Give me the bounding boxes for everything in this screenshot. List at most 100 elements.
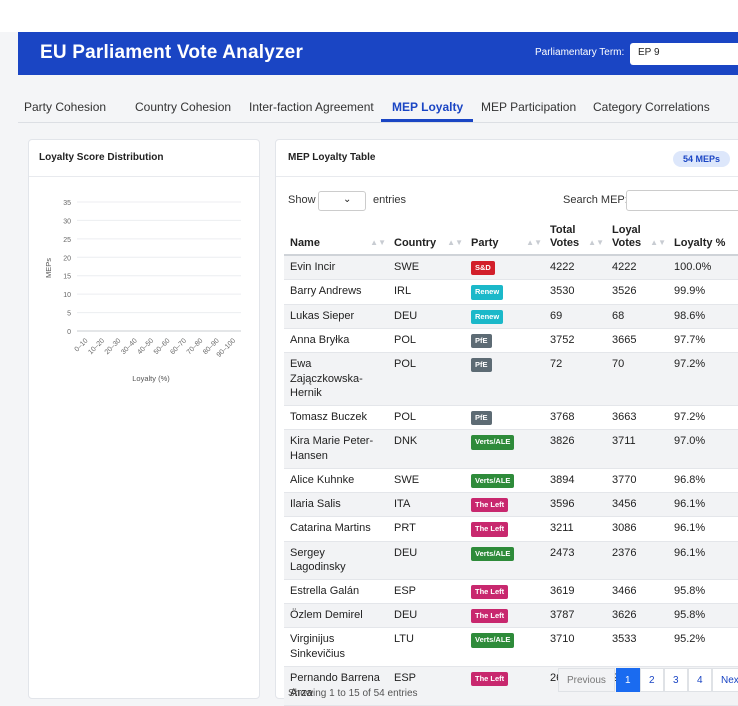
loyal-votes-cell-text: 3526 <box>612 285 637 298</box>
mep-name-cell-text: Tomasz Buczek <box>290 411 368 424</box>
term-select[interactable]: EP 9 ⌄ <box>630 43 738 65</box>
loyalty-pct-cell: 95.2% <box>668 627 738 668</box>
country-cell: POL <box>388 328 465 353</box>
total-votes-cell-text: 3787 <box>550 609 575 622</box>
search-input[interactable] <box>626 190 738 211</box>
party-badge: PfE <box>471 357 492 372</box>
country-cell: ITA <box>388 492 465 518</box>
party-badge: S&D <box>471 261 495 276</box>
party-cell: S&D <box>465 255 544 281</box>
active-tab-indicator <box>381 119 473 122</box>
entries-select[interactable]: ⌄ <box>318 191 366 211</box>
party-cell: PfE <box>465 352 544 407</box>
total-votes-cell: 3530 <box>544 279 606 305</box>
country-cell: DEU <box>388 541 465 581</box>
mep-name-cell-text: Kira Marie Peter-Hansen <box>290 435 374 463</box>
country-cell-text: POL <box>394 357 417 370</box>
mep-name-cell-text: Barry Andrews <box>290 285 362 298</box>
party-badge: Renew <box>471 285 504 300</box>
y-tick-label: 35 <box>63 200 71 207</box>
col-header-party[interactable]: Party ▲▼ <box>465 220 544 257</box>
table-row: Özlem Demirel DEU The Left 3787 3626 95.8% <box>284 603 738 629</box>
party-cell: Verts/ALE <box>465 627 544 668</box>
mep-name-cell-text: Evin Incir <box>290 261 336 274</box>
country-cell-text: LTU <box>394 633 414 646</box>
x-axis-label: Loyalty (%) <box>132 374 170 383</box>
total-votes-cell: 3768 <box>544 405 606 431</box>
tab-inter-faction-agreement[interactable]: Inter-faction Agreement <box>249 100 374 114</box>
page-button-4[interactable]: 4 <box>688 668 712 692</box>
total-votes-cell-text: 3619 <box>550 585 575 598</box>
loyalty-pct-cell-text: 96.8% <box>674 474 706 487</box>
party-badge: Verts/ALE <box>471 435 515 450</box>
party-cell: The Left <box>465 666 544 706</box>
next-page-button[interactable]: Next <box>712 668 738 692</box>
loyal-votes-cell: 3626 <box>606 603 668 629</box>
total-votes-cell-text: 3768 <box>550 411 575 424</box>
loyalty-pct-cell-text: 97.0% <box>674 435 706 448</box>
chart-svg: 051015202530350–1010–2020–3030–4040–5050… <box>44 200 241 383</box>
mep-name-cell: Pernando Barrena Arza <box>284 666 388 706</box>
loyal-votes-cell: 68 <box>606 304 668 329</box>
country-cell-text: DEU <box>394 609 418 622</box>
table-row: Ilaria Salis ITA The Left 3596 3456 96.1% <box>284 492 738 518</box>
loyal-votes-cell: 3663 <box>606 405 668 431</box>
total-votes-cell: 69 <box>544 304 606 329</box>
col-header-total-votes[interactable]: Total Votes ▲▼ <box>544 220 606 257</box>
tab-party-cohesion[interactable]: Party Cohesion <box>24 100 106 114</box>
mep-name-cell: Barry Andrews <box>284 279 388 305</box>
col-header-loyal-votes[interactable]: Loyal Votes ▲▼ <box>606 220 668 257</box>
total-votes-cell: 3211 <box>544 516 606 542</box>
loyalty-pct-cell: 97.0% <box>668 429 738 470</box>
country-cell: PRT <box>388 516 465 542</box>
party-cell: Verts/ALE <box>465 468 544 494</box>
page-button-2[interactable]: 2 <box>640 668 664 692</box>
col-header-name[interactable]: Name ▲▼ <box>284 220 388 257</box>
loyalty-pct-cell-text: 98.6% <box>674 309 706 322</box>
party-cell: PfE <box>465 405 544 431</box>
loyalty-pct-cell: 97.7% <box>668 328 738 353</box>
total-votes-cell-text: 3596 <box>550 498 575 511</box>
tab-category-correlations[interactable]: Category Correlations <box>593 100 710 114</box>
loyalty-pct-cell-text: 95.8% <box>674 609 706 622</box>
loyal-votes-cell: 3533 <box>606 627 668 668</box>
table-info: Showing 1 to 15 of 54 entries <box>288 688 418 699</box>
loyalty-distribution-panel: Loyalty Score Distribution 0 5 10 15 20 25 30 3… <box>28 139 260 699</box>
country-cell-text: DEU <box>394 546 418 559</box>
country-cell-text: DEU <box>394 309 418 322</box>
country-cell: ESP <box>388 579 465 605</box>
col-header-country[interactable]: Country ▲▼ <box>388 220 465 257</box>
y-axis-label: MEPs <box>44 258 53 278</box>
total-votes-cell-text: 3211 <box>550 522 574 535</box>
mep-name-cell: Kira Marie Peter-Hansen <box>284 429 388 470</box>
col-header-loyalty-pct[interactable]: Loyalty % <box>668 220 738 257</box>
party-cell: Verts/ALE <box>465 429 544 470</box>
loyalty-pct-cell-text: 96.1% <box>674 546 706 559</box>
table-row: Alice Kuhnke SWE Verts/ALE 3894 3770 96.8% <box>284 468 738 494</box>
total-votes-cell-text: 3826 <box>550 435 575 448</box>
party-badge: Verts/ALE <box>471 633 515 648</box>
country-cell: DEU <box>388 304 465 329</box>
tab-mep-participation[interactable]: MEP Participation <box>481 100 576 114</box>
loyal-votes-cell: 3086 <box>606 516 668 542</box>
tab-country-cohesion[interactable]: Country Cohesion <box>135 100 231 114</box>
total-votes-cell-text: 72 <box>550 357 563 370</box>
loyal-votes-cell-text: 3533 <box>612 633 637 646</box>
table-row: Anna Bryłka POL PfE 3752 3665 97.7% <box>284 328 738 353</box>
table-row: Estrella Galán ESP The Left 3619 3466 95.8% <box>284 579 738 605</box>
page-button-3[interactable]: 3 <box>664 668 688 692</box>
loyal-votes-cell-text: 70 <box>612 357 625 370</box>
show-label: Show <box>288 194 316 206</box>
loyal-votes-cell-text: 3466 <box>612 585 637 598</box>
table-row: Barry Andrews IRL Renew 3530 3526 99.9% <box>284 279 738 305</box>
page-button-1[interactable]: 1 <box>616 668 640 692</box>
x-tick-label: 30–40 <box>120 337 139 356</box>
mep-name-cell: Estrella Galán <box>284 579 388 605</box>
total-votes-cell: 3619 <box>544 579 606 605</box>
tab-mep-loyalty[interactable]: MEP Loyalty <box>392 100 463 114</box>
sort-icon: ▲▼ <box>650 238 666 247</box>
table-row: Evin Incir SWE S&D 4222 4222 100.0% <box>284 255 738 281</box>
previous-page-button[interactable]: Previous <box>558 668 615 692</box>
table-row: Ewa Zajączkowska-Hernik POL PfE 72 70 97.2% <box>284 352 738 407</box>
sort-icon: ▲▼ <box>526 238 542 247</box>
